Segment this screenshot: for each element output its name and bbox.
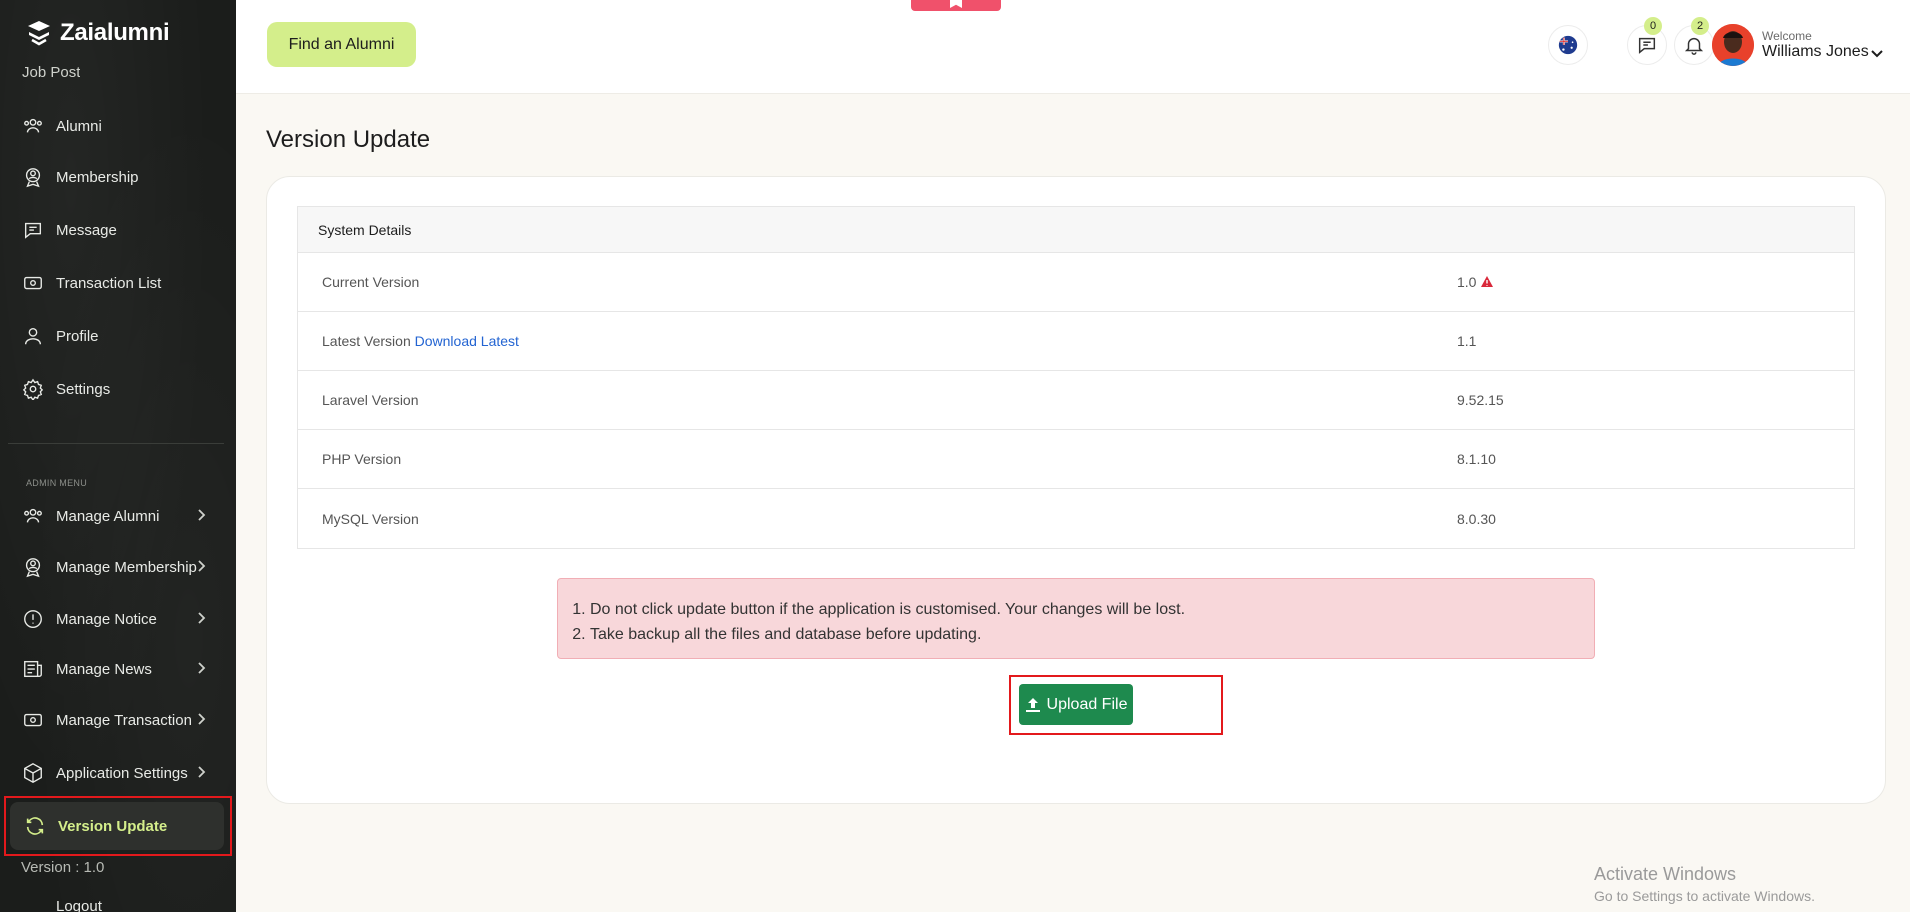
table-header: System Details	[298, 207, 1854, 253]
alert-item: Take backup all the files and database b…	[590, 622, 1185, 647]
top-bar: Find an Alumni 0 2 Welcome Williams Jone…	[236, 0, 1910, 94]
sidebar-item-settings[interactable]: Settings	[22, 374, 218, 404]
badge-user-icon	[22, 556, 44, 578]
row-value: 1.0	[1457, 274, 1494, 290]
row-key: Current Version	[322, 274, 420, 290]
sidebar-item-label: Manage Alumni	[56, 507, 160, 525]
upload-button-label: Upload File	[1046, 695, 1128, 713]
table-row: Latest Version Download Latest 1.1	[298, 312, 1854, 371]
cash-icon	[22, 272, 44, 294]
row-key: Laravel Version	[322, 392, 419, 408]
sidebar-item-label: Transaction List	[56, 274, 162, 292]
row-key: MySQL Version	[322, 510, 419, 527]
row-key: Latest Version Download Latest	[322, 333, 519, 349]
sidebar-item-label: Manage Membership	[56, 558, 197, 576]
app-logo[interactable]: Zaialumni	[24, 18, 170, 48]
sidebar-item-manage-membership[interactable]: Manage Membership	[22, 552, 218, 582]
sidebar-item-label: Profile	[56, 327, 99, 345]
sidebar-item-job-post[interactable]: Job Post	[22, 64, 80, 82]
users-icon	[22, 505, 44, 527]
welcome-label: Welcome	[1762, 29, 1812, 43]
table-row: Current Version 1.0	[298, 253, 1854, 312]
sidebar-item-manage-alumni[interactable]: Manage Alumni	[22, 501, 218, 531]
message-icon	[1638, 37, 1656, 54]
upload-icon	[1025, 697, 1040, 712]
sidebar-item-message[interactable]: Message	[22, 215, 218, 245]
alert-item: Do not click update button if the applic…	[590, 597, 1185, 622]
sidebar-item-logout[interactable]: Logout	[22, 898, 102, 912]
chevron-right-icon	[194, 712, 208, 726]
row-key: PHP Version	[322, 451, 402, 467]
hexagon-icon	[22, 762, 44, 784]
sidebar-item-manage-transaction[interactable]: Manage Transaction	[22, 705, 218, 735]
australia-flag-icon	[1558, 35, 1578, 55]
system-details-table: System Details Current Version 1.0 Lates…	[297, 206, 1855, 549]
highlight-box-version-update	[4, 796, 232, 856]
activate-windows-title: Activate Windows	[1594, 864, 1737, 884]
avatar[interactable]	[1712, 24, 1754, 66]
row-value: 8.0.30	[1457, 510, 1496, 527]
table-row: Laravel Version 9.52.15	[298, 371, 1854, 430]
users-icon	[22, 115, 44, 137]
user-icon	[22, 325, 44, 347]
message-icon	[22, 219, 44, 241]
update-warning-alert: Do not click update button if the applic…	[557, 578, 1595, 659]
find-alumni-button[interactable]: Find an Alumni	[267, 22, 416, 67]
row-value: 8.1.10	[1457, 451, 1496, 467]
warning-icon	[1481, 276, 1494, 287]
chevron-right-icon	[194, 611, 208, 625]
chevron-right-icon	[194, 661, 208, 675]
chat-count-badge: 0	[1644, 17, 1662, 35]
sidebar-item-label: Manage Notice	[56, 610, 157, 628]
sidebar: Zaialumni Job Post Alumni Membership Mes…	[0, 0, 236, 912]
activate-windows-subtitle: Go to Settings to activate Windows.	[1594, 888, 1815, 904]
sidebar-item-label: Message	[56, 221, 117, 239]
gear-icon	[22, 378, 44, 400]
app-version: Version : 1.0	[21, 859, 105, 876]
avatar-image	[1712, 24, 1754, 66]
chevron-right-icon	[194, 765, 208, 779]
sidebar-item-label: Manage News	[56, 660, 152, 678]
sidebar-item-membership[interactable]: Membership	[22, 162, 218, 192]
badge-user-icon	[22, 166, 44, 188]
chevron-right-icon	[194, 559, 208, 573]
latest-version-label: Latest Version	[322, 333, 411, 349]
admin-menu-label: ADMIN MENU	[26, 478, 87, 488]
sidebar-item-label: Application Settings	[56, 764, 188, 782]
notification-count-badge: 2	[1691, 17, 1709, 35]
sidebar-item-profile[interactable]: Profile	[22, 321, 218, 351]
page-title: Version Update	[266, 126, 431, 153]
cash-icon	[22, 709, 44, 731]
app-name: Zaialumni	[60, 19, 170, 46]
sidebar-item-transaction-list[interactable]: Transaction List	[22, 268, 218, 298]
sidebar-item-alumni[interactable]: Alumni	[22, 111, 218, 141]
bell-icon	[1684, 37, 1704, 55]
sidebar-item-application-settings[interactable]: Application Settings	[22, 758, 218, 788]
row-value: 1.1	[1457, 333, 1477, 349]
news-icon	[22, 658, 44, 680]
logo-icon	[28, 21, 50, 46]
row-value: 9.52.15	[1457, 392, 1504, 408]
sidebar-item-label: Manage Transaction	[56, 711, 192, 729]
download-latest-link[interactable]: Download Latest	[415, 333, 519, 349]
alert-circle-icon	[22, 608, 44, 630]
table-row: PHP Version 8.1.10	[298, 430, 1854, 489]
upload-file-button[interactable]: Upload File	[1019, 684, 1133, 725]
current-version-value: 1.0	[1457, 274, 1477, 290]
sidebar-divider	[8, 443, 224, 444]
table-row: MySQL Version 8.0.30	[298, 489, 1854, 548]
sidebar-item-label: Alumni	[56, 117, 102, 135]
sidebar-item-manage-notice[interactable]: Manage Notice	[22, 604, 218, 634]
sidebar-item-manage-news[interactable]: Manage News	[22, 654, 218, 684]
bookmark-tab[interactable]	[911, 0, 1001, 11]
username[interactable]: Williams Jones	[1762, 43, 1869, 61]
chevron-down-icon[interactable]	[1870, 46, 1884, 60]
chevron-right-icon	[194, 508, 208, 522]
sidebar-item-label: Settings	[56, 380, 111, 398]
language-selector[interactable]	[1548, 25, 1588, 65]
logout-icon	[22, 898, 44, 912]
sidebar-item-label: Membership	[56, 168, 139, 186]
sidebar-item-label: Logout	[56, 898, 102, 912]
